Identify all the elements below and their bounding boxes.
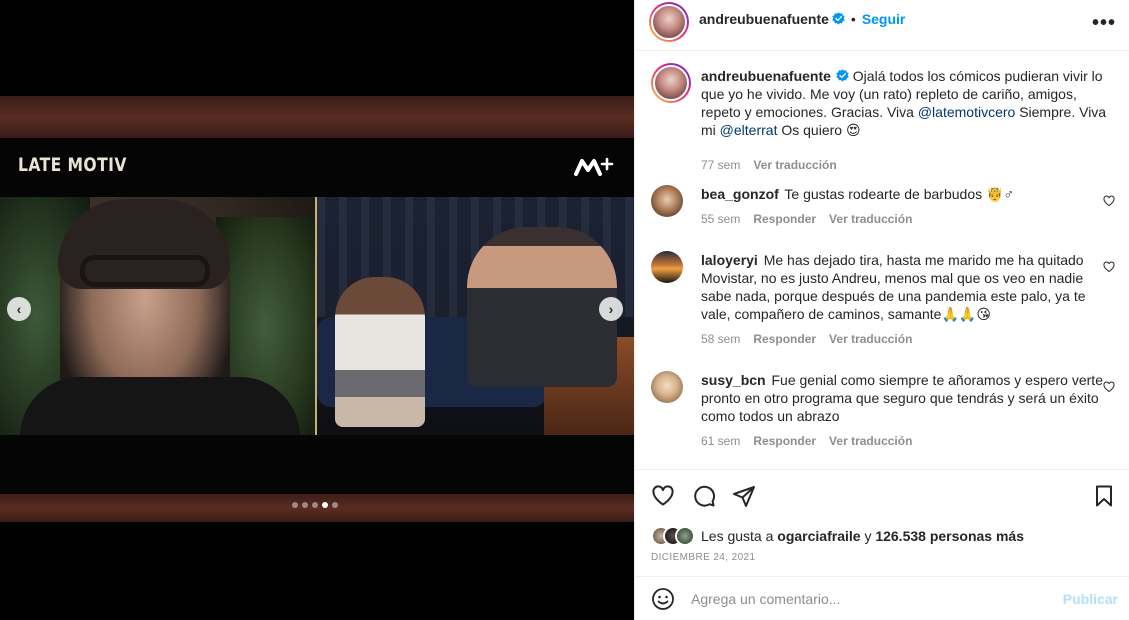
more-options-icon[interactable]: ••• — [1092, 12, 1116, 35]
comment-like-heart-icon[interactable] — [1103, 381, 1115, 393]
comment-text: bea_gonzof Te gustas rodearte de barbudo… — [701, 185, 1109, 203]
caption-mention-latemotivcero[interactable]: @latemotivcero — [918, 104, 1015, 120]
liker-username[interactable]: ogarciafraile — [777, 528, 860, 544]
host-figure — [467, 227, 617, 387]
comment-meta: 61 sem Responder Ver traducción — [701, 434, 925, 448]
reply-button[interactable]: Responder — [753, 212, 816, 226]
comment-like-heart-icon[interactable] — [1103, 261, 1115, 273]
add-comment-bar: Publicar — [635, 576, 1129, 620]
bookmark-icon[interactable] — [1092, 484, 1116, 508]
comment-body: Me has dejado tira, hasta me marido me h… — [701, 252, 1086, 322]
girl-figure — [335, 277, 425, 427]
translate-button[interactable]: Ver traducción — [829, 332, 912, 346]
reply-button[interactable]: Responder — [753, 332, 816, 346]
carousel-dot — [312, 502, 318, 508]
channel-logo-icon — [574, 157, 614, 176]
comment-username[interactable]: laloyeryi — [701, 252, 758, 268]
carousel-prev-button[interactable]: ‹ — [7, 297, 31, 321]
comment-meta: 58 sem Responder Ver traducción — [701, 332, 925, 346]
caption-part3: Os quiero 😍 — [777, 122, 861, 138]
comment-username[interactable]: susy_bcn — [701, 372, 766, 388]
video-frame: LATE MOTIV — [0, 138, 634, 494]
translate-button[interactable]: Ver traducción — [829, 212, 912, 226]
comment-text: laloyeryi Me has dejado tira, hasta me m… — [701, 251, 1109, 323]
comment-icon[interactable] — [692, 484, 716, 508]
carousel-dot — [322, 502, 328, 508]
publish-button[interactable]: Publicar — [1063, 591, 1118, 607]
caption-meta: 77 sem Ver traducción — [701, 158, 850, 172]
likes-joiner: y — [864, 528, 872, 544]
carousel-indicator — [292, 502, 338, 508]
heart-icon[interactable] — [651, 484, 675, 508]
comment-age[interactable]: 61 sem — [701, 434, 740, 448]
author-avatar[interactable] — [649, 2, 689, 42]
carousel-dot — [332, 502, 338, 508]
verified-badge-icon — [832, 12, 845, 25]
comment-age[interactable]: 55 sem — [701, 212, 740, 226]
post-panel: andreubuenafuente • Seguir ••• andreubuena… — [634, 0, 1129, 620]
show-logo: LATE MOTIV — [18, 154, 127, 176]
studio-scene — [317, 197, 634, 435]
comment-like-heart-icon[interactable] — [1103, 195, 1115, 207]
video-call-woman — [0, 197, 316, 435]
caption-text: andreubuenafuente Ojalá todos los cómico… — [701, 67, 1109, 139]
comment-body: Te gustas rodearte de barbudos 🤴♂ — [784, 186, 1014, 202]
caption-age[interactable]: 77 sem — [701, 158, 740, 172]
share-icon[interactable] — [732, 484, 756, 508]
commenter-avatar[interactable] — [651, 251, 683, 283]
follow-button[interactable]: Seguir — [862, 11, 906, 27]
commenter-avatar[interactable] — [651, 185, 683, 217]
likes-count[interactable]: 126.538 personas más — [875, 528, 1024, 544]
liker-avatar — [675, 526, 695, 546]
comment-input[interactable] — [691, 589, 1051, 609]
post-actions: Les gusta a ogarciafraile y 126.538 pers… — [635, 469, 1129, 576]
header-username[interactable]: andreubuenafuente — [699, 11, 829, 27]
likes-text: Les gusta a ogarciafraile y 126.538 pers… — [701, 528, 1024, 544]
caption-avatar[interactable] — [651, 63, 691, 103]
verified-badge-icon — [836, 69, 849, 82]
caption-translate-button[interactable]: Ver traducción — [753, 158, 836, 172]
woman-glasses — [80, 255, 210, 287]
post-date[interactable]: DICIEMBRE 24, 2021 — [651, 552, 755, 563]
commenter-avatar[interactable] — [651, 371, 683, 403]
likes-summary: Les gusta a ogarciafraile y 126.538 pers… — [651, 526, 1024, 546]
carousel-next-button[interactable]: › — [599, 297, 623, 321]
carousel-dot — [302, 502, 308, 508]
comment-age[interactable]: 58 sem — [701, 332, 740, 346]
translate-button[interactable]: Ver traducción — [829, 434, 912, 448]
comment-text: susy_bcn Fue genial como siempre te añor… — [701, 371, 1109, 425]
post-media[interactable]: LATE MOTIV ‹ › — [0, 0, 634, 620]
comments-list: andreubuenafuente Ojalá todos los cómico… — [635, 51, 1129, 469]
woman-shirt — [20, 377, 300, 435]
media-band-bottom — [0, 494, 634, 522]
comment-username[interactable]: bea_gonzof — [701, 186, 779, 202]
header-author-line: andreubuenafuente • Seguir — [699, 11, 905, 27]
carousel-dot — [292, 502, 298, 508]
caption-mention-elterrat[interactable]: @elterrat — [720, 122, 778, 138]
post-header: andreubuenafuente • Seguir ••• — [635, 0, 1129, 51]
likes-prefix: Les gusta a — [701, 528, 774, 544]
header-bullet: • — [850, 11, 856, 27]
emoji-icon[interactable] — [651, 587, 675, 611]
caption-username[interactable]: andreubuenafuente — [701, 68, 831, 84]
media-band-top — [0, 96, 634, 138]
reply-button[interactable]: Responder — [753, 434, 816, 448]
comment-meta: 55 sem Responder Ver traducción — [701, 212, 925, 226]
chevron-left-icon: ‹ — [16, 301, 22, 317]
chevron-right-icon: › — [608, 301, 614, 317]
